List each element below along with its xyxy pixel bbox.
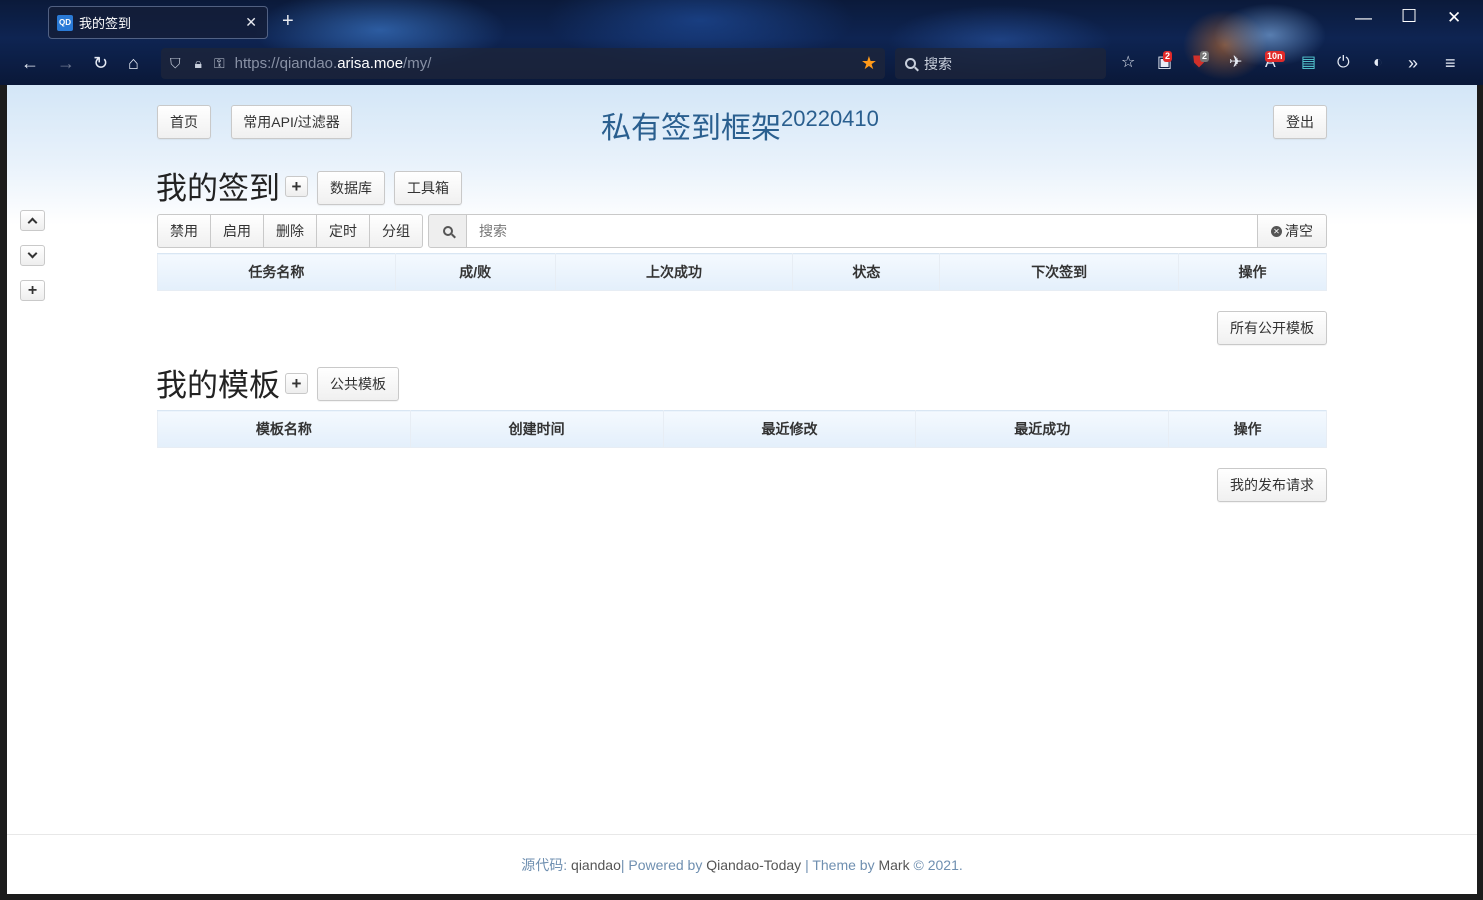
toolbox-button[interactable]: 工具箱 xyxy=(394,171,462,205)
column-header[interactable]: 最近成功 xyxy=(915,410,1170,448)
footer-copyright: © 2021. xyxy=(913,856,963,873)
chevron-up-icon xyxy=(27,217,38,228)
key-icon[interactable]: ⚿ xyxy=(214,55,225,72)
url-host: arisa.moe xyxy=(337,55,404,72)
home-icon[interactable]: ⌂ xyxy=(128,53,139,73)
plus-icon: + xyxy=(27,281,38,299)
close-tab-icon[interactable]: ✕ xyxy=(245,14,257,31)
column-header: 操作 xyxy=(1168,410,1327,448)
public-templates-button[interactable]: 公共模板 xyxy=(317,367,399,401)
add-template-button[interactable]: + xyxy=(285,373,308,394)
tasks-table: 任务名称 成/败 上次成功 状态 下次签到 操作 xyxy=(157,253,1327,291)
translate-badge: 10n xyxy=(1265,51,1285,62)
all-public-templates-button[interactable]: 所有公开模板 xyxy=(1217,311,1327,345)
tasks-table-header: 任务名称 成/败 上次成功 状态 下次签到 操作 xyxy=(157,253,1327,291)
tab-title: 我的签到 xyxy=(79,16,132,31)
save-extension-icon[interactable]: ▤ xyxy=(1301,54,1316,72)
templates-table: 模板名称 创建时间 最近修改 最近成功 操作 xyxy=(157,410,1327,448)
logout-button[interactable]: 登出 xyxy=(1273,105,1327,139)
search-icon xyxy=(905,58,916,69)
pocket-icon[interactable]: ☆ xyxy=(1121,54,1135,72)
clear-search-button[interactable]: ✕ 清空 xyxy=(1257,214,1327,248)
column-header: 操作 xyxy=(1178,253,1327,291)
minimize-window-icon[interactable]: — xyxy=(1355,8,1372,28)
tasks-heading: 我的签到 xyxy=(156,171,280,206)
database-button[interactable]: 数据库 xyxy=(317,171,385,205)
clear-label: 清空 xyxy=(1285,223,1313,239)
footer-theme-label: | Theme by xyxy=(805,856,875,873)
forward-icon[interactable]: → xyxy=(57,53,75,73)
search-icon xyxy=(442,226,453,236)
group-button[interactable]: 分组 xyxy=(369,214,423,248)
side-add-button[interactable]: + xyxy=(20,280,45,301)
bookmark-star-icon[interactable]: ★ xyxy=(861,53,877,74)
column-header[interactable]: 任务名称 xyxy=(157,253,396,291)
menu-hamburger-icon[interactable]: ≡ xyxy=(1445,54,1456,72)
api-filter-button[interactable]: 常用API/过滤器 xyxy=(231,105,352,139)
address-bar[interactable]: ⛉ 🔒︎ ⚿ https://qiandao.arisa.moe/my/ ★ xyxy=(161,48,885,79)
templates-table-header: 模板名称 创建时间 最近修改 最近成功 操作 xyxy=(157,410,1327,448)
url-prefix: https://qiandao. xyxy=(234,55,338,72)
footer-powered-label: | Powered by xyxy=(620,856,703,873)
scroll-up-button[interactable] xyxy=(20,210,45,231)
page-content: + 首页 常用API/过滤器 私有签到框架20220410 登出 我的签到 + … xyxy=(7,85,1477,894)
background-window-strip xyxy=(1477,85,1483,894)
extension-badge: 2 xyxy=(1163,51,1173,62)
task-actions-group: 禁用 启用 删除 定时 分组 xyxy=(157,214,423,248)
scroll-down-button[interactable] xyxy=(20,245,45,266)
column-header[interactable]: 最近修改 xyxy=(662,410,917,448)
url-path: /my/ xyxy=(403,55,432,72)
page-title: 私有签到框架20220410 xyxy=(601,103,879,147)
footer: 源代码: qiandao | Powered by Qiandao-Today |… xyxy=(7,834,1477,894)
enable-button[interactable]: 启用 xyxy=(210,214,264,248)
background-terminal-bottom xyxy=(0,894,1483,900)
schedule-button[interactable]: 定时 xyxy=(316,214,370,248)
column-header[interactable]: 创建时间 xyxy=(409,410,664,448)
lock-icon[interactable]: 🔒︎ xyxy=(195,55,202,72)
footer-source-link[interactable]: qiandao xyxy=(571,857,621,873)
templates-heading: 我的模板 xyxy=(156,368,280,403)
url-text: https://qiandao.arisa.moe/my/ xyxy=(235,55,432,72)
browser-search-placeholder: 搜索 xyxy=(924,55,952,72)
column-header[interactable]: 上次成功 xyxy=(554,253,794,291)
delete-button[interactable]: 删除 xyxy=(263,214,317,248)
overflow-chevron-icon[interactable]: » xyxy=(1408,54,1418,72)
chevron-down-icon xyxy=(27,248,38,259)
version-label: 20220410 xyxy=(781,106,879,131)
reload-icon[interactable]: ↻ xyxy=(93,53,108,73)
footer-source-label: 源代码: xyxy=(521,856,568,873)
disable-button[interactable]: 禁用 xyxy=(157,214,211,248)
footer-theme-link[interactable]: Mark xyxy=(878,857,909,873)
browser-chrome: QD 我的签到 ✕ + — ☐ ✕ ← → ↻ ⌂ ⛉ 🔒︎ ⚿ https:/… xyxy=(0,0,1483,85)
tab-favicon-icon: QD xyxy=(57,14,73,31)
add-task-button[interactable]: + xyxy=(285,176,308,197)
browser-tab-active[interactable]: QD 我的签到 ✕ xyxy=(48,6,268,39)
page-title-text: 私有签到框架 xyxy=(601,112,781,145)
column-header[interactable]: 成/败 xyxy=(394,253,556,291)
footer-powered-link[interactable]: Qiandao-Today xyxy=(706,857,801,873)
shield-icon[interactable]: ⛉ xyxy=(170,55,181,72)
task-search-group: ✕清空 xyxy=(428,214,1327,248)
clear-circle-icon: ✕ xyxy=(1271,225,1282,237)
maximize-window-icon[interactable]: ☐ xyxy=(1401,6,1417,27)
task-search-input[interactable] xyxy=(467,214,1257,248)
back-icon[interactable]: ← xyxy=(21,53,39,73)
dark-reader-icon[interactable]: ◐ xyxy=(1373,54,1383,72)
column-header[interactable]: 状态 xyxy=(792,253,941,291)
column-header[interactable]: 下次签到 xyxy=(939,253,1180,291)
search-addon xyxy=(428,214,467,248)
new-tab-icon[interactable]: + xyxy=(282,10,294,33)
browser-search-bar[interactable]: 搜索 xyxy=(895,48,1106,79)
background-terminal-strip xyxy=(0,85,7,900)
home-button[interactable]: 首页 xyxy=(157,105,211,139)
extension-bird-icon[interactable]: ✈ xyxy=(1229,54,1242,72)
ublock-badge: 2 xyxy=(1200,51,1210,62)
column-header[interactable]: 模板名称 xyxy=(157,410,411,448)
close-window-icon[interactable]: ✕ xyxy=(1447,8,1461,28)
power-icon[interactable]: ⏻ xyxy=(1337,54,1350,72)
my-publish-requests-button[interactable]: 我的发布请求 xyxy=(1217,468,1327,502)
